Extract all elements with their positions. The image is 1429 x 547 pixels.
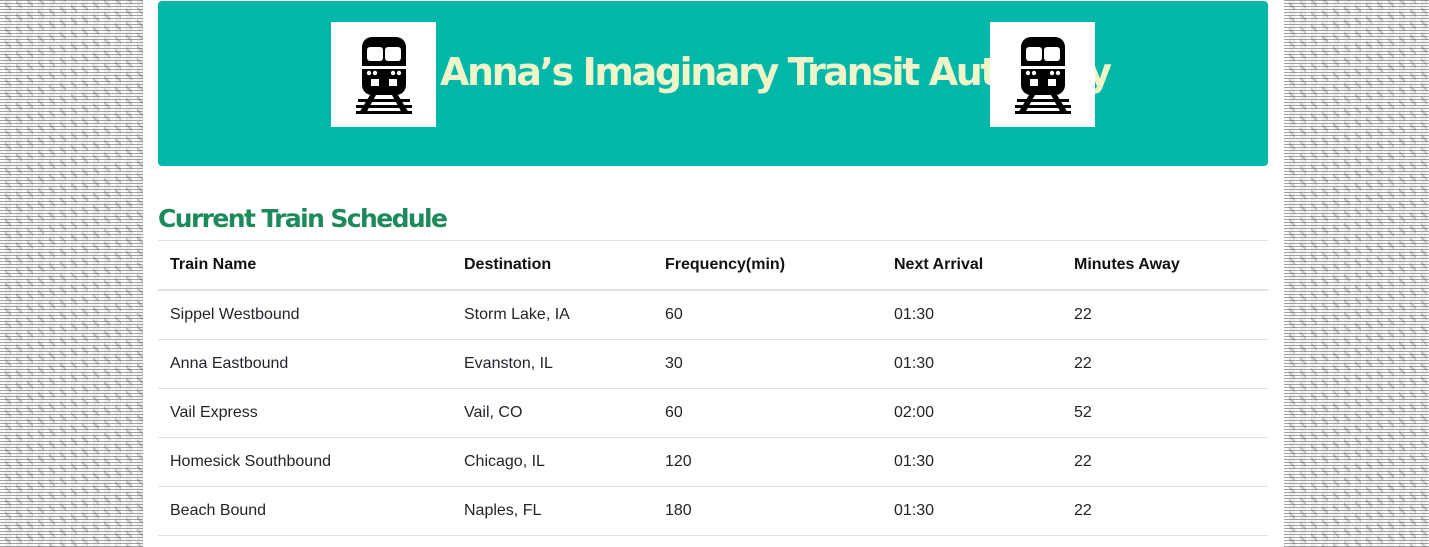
cell-train-name: Anna Eastbound	[158, 339, 452, 389]
cell-next-arrival: 01:30	[882, 486, 1062, 536]
train-icon	[990, 22, 1095, 127]
cell-train-name: Sippel Westbound	[158, 290, 452, 340]
cell-train-name: Homesick Southbound	[158, 437, 452, 487]
cell-minutes-away: 22	[1062, 290, 1268, 340]
cell-frequency: 120	[653, 437, 882, 487]
column-header-frequency: Frequency(min)	[653, 240, 882, 291]
background-pattern-left	[0, 0, 143, 547]
cell-train-name: Vail Express	[158, 388, 452, 438]
header-banner: Anna’s Imaginary Transit Authority	[158, 1, 1268, 166]
cell-minutes-away: 22	[1062, 339, 1268, 389]
cell-frequency: 180	[653, 486, 882, 536]
column-header-destination: Destination	[452, 240, 653, 291]
cell-next-arrival: 01:30	[882, 339, 1062, 389]
cell-minutes-away: 52	[1062, 388, 1268, 438]
main-container: Anna’s Imaginary Transit Authority Curre…	[143, 0, 1284, 547]
cell-destination: Evanston, IL	[452, 339, 653, 389]
table-row: Sippel Westbound Storm Lake, IA 60 01:30…	[158, 290, 1268, 340]
cell-train-name: Beach Bound	[158, 486, 452, 536]
table-header-row: Train Name Destination Frequency(min) Ne…	[158, 240, 1268, 291]
cell-frequency: 60	[653, 388, 882, 438]
cell-minutes-away: 22	[1062, 437, 1268, 487]
column-header-train-name: Train Name	[158, 240, 452, 291]
schedule-heading: Current Train Schedule	[158, 204, 448, 233]
cell-frequency: 30	[653, 339, 882, 389]
table-row: Homesick Southbound Chicago, IL 120 01:3…	[158, 437, 1268, 487]
train-schedule-table: Train Name Destination Frequency(min) Ne…	[158, 240, 1268, 536]
train-icon	[331, 22, 436, 127]
table-row: Anna Eastbound Evanston, IL 30 01:30 22	[158, 339, 1268, 389]
table-row: Beach Bound Naples, FL 180 01:30 22	[158, 486, 1268, 536]
cell-destination: Vail, CO	[452, 388, 653, 438]
cell-destination: Chicago, IL	[452, 437, 653, 487]
column-header-next-arrival: Next Arrival	[882, 240, 1062, 291]
cell-next-arrival: 01:30	[882, 290, 1062, 340]
cell-next-arrival: 02:00	[882, 388, 1062, 438]
cell-minutes-away: 22	[1062, 486, 1268, 536]
cell-destination: Naples, FL	[452, 486, 653, 536]
column-header-minutes-away: Minutes Away	[1062, 240, 1268, 291]
cell-next-arrival: 01:30	[882, 437, 1062, 487]
table-row: Vail Express Vail, CO 60 02:00 52	[158, 388, 1268, 438]
cell-frequency: 60	[653, 290, 882, 340]
cell-destination: Storm Lake, IA	[452, 290, 653, 340]
background-pattern-right	[1284, 0, 1429, 547]
page-title: Anna’s Imaginary Transit Authority	[440, 50, 1112, 94]
